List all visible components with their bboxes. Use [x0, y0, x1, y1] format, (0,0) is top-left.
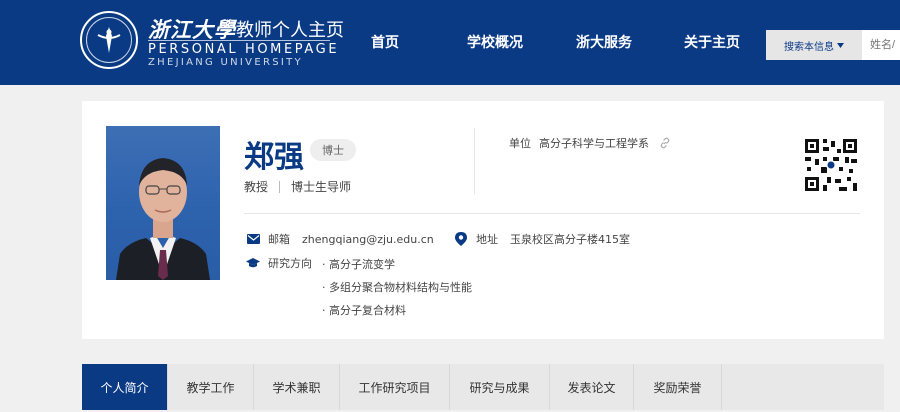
- brand-subtitle: 教师个人主页: [236, 20, 344, 41]
- email-row: 邮箱 zhengqiang@zju.edu.cn: [246, 231, 434, 247]
- graduation-cap-icon: [246, 256, 260, 270]
- tab-personal-profile[interactable]: 个人简介: [82, 364, 168, 410]
- nav-school-overview[interactable]: 学校概况: [467, 32, 523, 52]
- location-pin-icon: [454, 232, 468, 246]
- vertical-divider: [474, 128, 475, 194]
- search-scope-label: 搜索本信息: [784, 41, 834, 53]
- address-value: 玉泉校区高分子楼415室: [510, 233, 630, 246]
- profile-photo: [106, 126, 220, 280]
- search-box: 搜索本信息: [766, 30, 900, 60]
- profile-card: 郑强 博士 教授 博士生导师 单位 高分子科学与工程学系 邮箱 zhengqia…: [82, 101, 884, 339]
- caret-down-icon: [837, 40, 844, 51]
- email-label: 邮箱: [268, 233, 290, 246]
- address-label: 地址: [476, 233, 498, 246]
- profile-tabs: 个人简介 教学工作 学术兼职 工作研究项目 研究与成果 发表论文 奖励荣誉: [82, 364, 884, 410]
- email-value[interactable]: zhengqiang@zju.edu.cn: [302, 233, 434, 246]
- search-input[interactable]: [862, 30, 900, 60]
- tab-research-projects[interactable]: 工作研究项目: [340, 364, 450, 410]
- nav-about[interactable]: 关于主页: [684, 32, 740, 52]
- person-name: 郑强: [244, 140, 304, 175]
- tab-academic-posts[interactable]: 学术兼职: [254, 364, 340, 410]
- brand-english: PERSONAL HOMEPAGE: [148, 42, 340, 57]
- address-row: 地址 玉泉校区高分子楼415室: [454, 231, 630, 247]
- unit-info: 单位 高分子科学与工程学系: [509, 135, 671, 151]
- research-item: · 高分子复合材料: [322, 304, 406, 317]
- site-header: 浙江大學 教师个人主页 PERSONAL HOMEPAGE ZHEJIANG U…: [0, 0, 900, 85]
- unit-value[interactable]: 高分子科学与工程学系: [539, 135, 649, 151]
- degree-badge: 博士: [310, 139, 356, 161]
- horizontal-divider: [244, 213, 860, 214]
- research-label: 研究方向: [268, 257, 312, 270]
- tab-teaching[interactable]: 教学工作: [168, 364, 254, 410]
- tab-publications[interactable]: 发表论文: [550, 364, 634, 410]
- brand-divider: [148, 40, 330, 41]
- qr-code: [803, 137, 859, 193]
- zju-seal-logo[interactable]: [80, 11, 138, 69]
- search-scope-select[interactable]: 搜索本信息: [766, 30, 862, 60]
- supervisor-title: 博士生导师: [291, 180, 352, 194]
- nav-home[interactable]: 首页: [371, 32, 399, 52]
- nav-zju-services[interactable]: 浙大服务: [576, 32, 632, 52]
- research-item: · 高分子流变学: [322, 258, 395, 271]
- tab-research-results[interactable]: 研究与成果: [450, 364, 550, 410]
- tab-awards[interactable]: 奖励荣誉: [634, 364, 722, 410]
- brand-english-university: ZHEJIANG UNIVERSITY: [148, 57, 303, 68]
- academic-title: 教授: [244, 180, 269, 194]
- link-icon[interactable]: [659, 137, 671, 149]
- unit-label: 单位: [509, 137, 531, 150]
- title-separator: [279, 180, 281, 193]
- research-row: 研究方向: [246, 255, 324, 271]
- research-item: · 多组分聚合物材料结构与性能: [322, 281, 472, 294]
- mail-icon: [246, 232, 260, 246]
- person-titles: 教授 博士生导师: [244, 178, 351, 195]
